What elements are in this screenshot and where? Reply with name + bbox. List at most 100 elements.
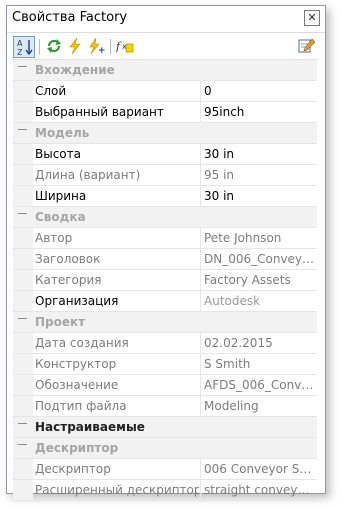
property-value[interactable]: AFDS_006_Conveyor [204,378,316,392]
title-bar: Свойства Factory ✕ [7,6,325,30]
column-divider[interactable] [200,186,201,206]
row-gutter [13,81,33,101]
property-row[interactable]: Конструктор S Smith [13,354,317,375]
property-row[interactable]: Заголовок DN_006_Conveyor_Straight [13,249,317,270]
property-value[interactable]: 0 [204,84,316,98]
refresh-button[interactable] [45,38,63,54]
property-name: Заголовок [35,252,101,266]
column-divider[interactable] [200,165,201,185]
lightning-button[interactable] [66,38,84,54]
property-name: Автор [35,231,73,245]
column-divider[interactable] [200,396,201,416]
svg-text:+: + [98,46,105,54]
collapse-toggle-icon[interactable] [18,129,27,130]
property-name: Обозначение [35,378,119,392]
column-divider[interactable] [200,459,201,479]
column-divider[interactable] [200,354,201,374]
category-header[interactable]: Дескриптор [13,438,317,459]
column-divider[interactable] [200,375,201,395]
property-value[interactable]: 95inch [204,105,316,119]
column-divider[interactable] [200,291,201,311]
column-divider[interactable] [200,228,201,248]
property-row[interactable]: Обозначение AFDS_006_Conveyor [13,375,317,396]
collapse-toggle-icon[interactable] [18,213,27,214]
property-name: Категория [35,273,102,287]
row-gutter [13,459,33,479]
property-value[interactable]: Factory Assets [204,273,316,287]
property-grid: Вхождение Слой 0 Выбранный вариант 95inch Мод… [13,59,317,501]
property-row[interactable]: Категория Factory Assets [13,270,317,291]
property-row[interactable]: Высота 30 in [13,144,317,165]
property-row[interactable]: Длина (вариант) 95 in [13,165,317,186]
property-row[interactable]: Ширина 30 in [13,186,317,207]
property-row[interactable]: Выбранный вариант 95inch [13,102,317,123]
formula-icon: f x [116,40,134,53]
collapse-toggle-icon[interactable] [18,423,27,424]
toolbar-separator [110,39,111,54]
property-row[interactable]: Подтип файла Modeling [13,396,317,417]
category-header[interactable]: Вхождение [13,60,317,81]
svg-text:A: A [17,39,23,48]
property-value[interactable]: Modeling [204,399,316,413]
column-divider[interactable] [200,333,201,353]
category-label: Сводка [35,210,86,224]
row-gutter [13,102,33,122]
property-row[interactable]: Дата создания 02.02.2015 [13,333,317,354]
sort-az-icon: A Z [17,39,33,57]
close-button[interactable]: ✕ [304,10,320,26]
property-name: Расширенный дескриптор [35,483,199,497]
row-gutter [13,396,33,416]
close-icon: ✕ [307,11,317,24]
property-row[interactable]: Дескриптор 006 Conveyor Straight [13,459,317,480]
window-title: Свойства Factory [12,10,128,25]
column-divider[interactable] [200,81,201,101]
property-value[interactable]: 02.02.2015 [204,336,316,350]
property-name: Дата создания [35,336,129,350]
sort-az-button[interactable]: A Z [13,36,35,58]
property-value[interactable]: Pete Johnson [204,231,316,245]
category-label: Настраиваемые [35,420,145,434]
property-name: Организация [35,294,119,308]
property-value[interactable]: 30 in [204,189,316,203]
row-gutter [13,375,33,395]
column-divider[interactable] [200,144,201,164]
row-gutter [13,354,33,374]
edit-icon [298,38,316,53]
category-header[interactable]: Сводка [13,207,317,228]
property-value[interactable]: straight conveyor section [204,483,316,497]
column-divider[interactable] [200,270,201,290]
property-value[interactable]: 30 in [204,147,316,161]
category-label: Дескриптор [35,441,119,455]
property-row[interactable]: Слой 0 [13,81,317,102]
property-row[interactable]: Расширенный дескриптор straight conveyor … [13,480,317,501]
property-value[interactable]: S Smith [204,357,316,371]
property-value[interactable]: 006 Conveyor Straight [204,462,316,476]
column-divider[interactable] [200,102,201,122]
collapse-toggle-icon[interactable] [18,444,27,445]
property-name: Конструктор [35,357,117,371]
row-gutter [13,291,33,311]
toolbar-separator [39,39,40,54]
column-divider[interactable] [200,480,201,500]
category-header[interactable]: Настраиваемые [13,417,317,438]
lightning-add-button[interactable]: + [87,38,105,54]
toolbar: A Z + f x [7,32,325,59]
collapse-toggle-icon[interactable] [18,66,27,67]
row-gutter [13,270,33,290]
row-gutter [13,165,33,185]
formula-button[interactable]: f x [116,38,134,54]
category-header[interactable]: Модель [13,123,317,144]
property-value[interactable]: 95 in [204,168,316,182]
property-value[interactable]: DN_006_Conveyor_Straight [204,252,316,266]
collapse-toggle-icon[interactable] [18,318,27,319]
lightning-add-icon: + [89,38,105,54]
column-divider[interactable] [200,249,201,269]
property-row[interactable]: Организация Autodesk [13,291,317,312]
row-gutter [13,480,33,500]
property-row[interactable]: Автор Pete Johnson [13,228,317,249]
row-gutter [13,186,33,206]
property-name: Подтип файла [35,399,127,413]
property-value[interactable]: Autodesk [204,294,316,308]
edit-button[interactable] [298,38,316,54]
category-header[interactable]: Проект [13,312,317,333]
